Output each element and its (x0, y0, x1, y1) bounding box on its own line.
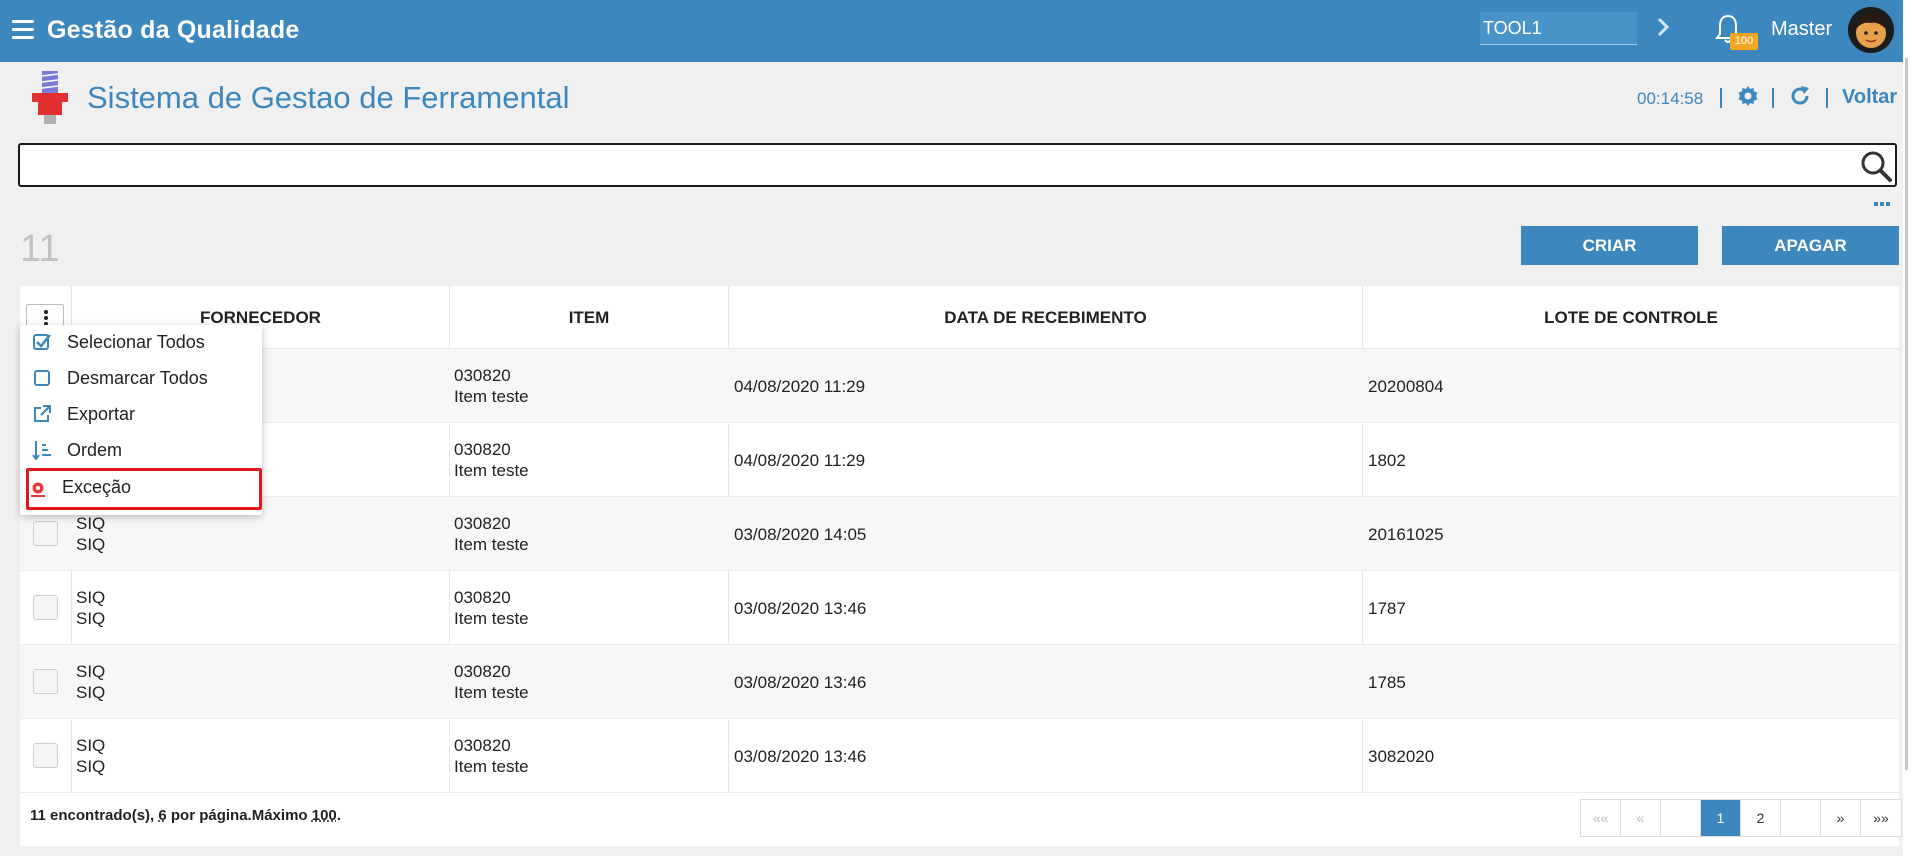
external-link-icon (34, 405, 51, 422)
table-row[interactable]: SIQ SIQ 030820 Item teste 03/08/2020 13:46… (20, 571, 1899, 645)
top-bar: Gestão da Qualidade TOOL1 100 Master (0, 0, 1903, 62)
menu-item-label: Exportar (67, 404, 136, 424)
column-header-data[interactable]: DATA DE RECEBIMENTO (728, 286, 1362, 349)
pagination: «« « 1 2 » »» (1580, 799, 1902, 837)
scrollbar[interactable] (1903, 0, 1921, 856)
row-checkbox[interactable] (33, 595, 58, 620)
page-button-2[interactable]: 2 (1741, 800, 1781, 836)
menu-item-select-all[interactable]: Selecionar Todos (20, 325, 262, 361)
cell-lote: 1787 (1368, 599, 1406, 618)
chevron-right-icon[interactable] (1651, 13, 1675, 41)
search-icon[interactable] (1859, 149, 1893, 183)
cell-data: 03/08/2020 13:46 (734, 673, 867, 692)
cell-lote: 20161025 (1368, 525, 1444, 544)
cell-fornecedor: SIQ SIQ (76, 514, 106, 554)
more-options-icon[interactable] (1874, 193, 1894, 206)
cell-item: 030820 Item teste (454, 514, 529, 554)
cell-item: 030820 Item teste (454, 736, 529, 776)
app-title: Gestão da Qualidade (47, 16, 300, 44)
cell-data: 04/08/2020 11:29 (734, 377, 866, 396)
sort-icon (32, 441, 51, 460)
page-spacer (1661, 800, 1701, 836)
divider (1826, 88, 1828, 108)
back-link[interactable]: Voltar (1842, 86, 1897, 109)
table-row[interactable]: 030820 Item teste 04/08/2020 11:29 202008… (20, 349, 1899, 423)
menu-item-order[interactable]: Ordem (20, 433, 262, 469)
refresh-icon[interactable] (1788, 84, 1812, 108)
row-checkbox[interactable] (33, 521, 58, 546)
square-icon (34, 370, 50, 386)
record-count: 11 (20, 228, 60, 270)
cell-lote: 3082020 (1368, 747, 1435, 766)
search-input[interactable] (18, 143, 1897, 187)
cell-lote: 1802 (1368, 451, 1406, 470)
first-page-button[interactable]: «« (1581, 800, 1621, 836)
check-square-icon (33, 334, 51, 350)
cell-item: 030820 Item teste (454, 662, 529, 702)
hamburger-menu-icon[interactable] (12, 20, 34, 40)
cell-fornecedor: SIQ SIQ (76, 736, 106, 776)
delete-button[interactable]: APAGAR (1722, 226, 1899, 265)
create-button[interactable]: CRIAR (1521, 226, 1698, 265)
column-header-item[interactable]: ITEM (449, 286, 728, 349)
table-row[interactable]: SIQ SIQ 030820 Item teste 03/08/2020 14:05… (20, 497, 1899, 571)
menu-item-export[interactable]: Exportar (20, 397, 262, 433)
cell-data: 03/08/2020 13:46 (734, 599, 867, 618)
cell-item: 030820 Item teste (454, 588, 529, 628)
menu-item-label: Desmarcar Todos (67, 368, 208, 388)
page-spacer (1781, 800, 1821, 836)
table-row[interactable]: SIQ SIQ 030820 Item teste 03/08/2020 13:46… (20, 645, 1899, 719)
page-title: Sistema de Gestao de Ferramental (87, 80, 570, 115)
tool-field[interactable]: TOOL1 (1480, 12, 1637, 45)
notification-badge: 100 (1730, 33, 1758, 50)
divider (1720, 88, 1722, 108)
cell-data: 04/08/2020 11:29 (734, 451, 866, 470)
row-actions-dropdown: Selecionar Todos Desmarcar Todos Exporta… (20, 325, 262, 515)
table-row[interactable]: SIQ SIQ 030820 Item teste 03/08/2020 13:46… (20, 719, 1899, 793)
data-table: FORNECEDOR ITEM DATA DE RECEBIMENTO LOTE… (20, 286, 1902, 846)
row-checkbox[interactable] (33, 743, 58, 768)
previous-page-button[interactable]: « (1621, 800, 1661, 836)
cell-fornecedor: SIQ SIQ (76, 588, 106, 628)
table-row[interactable]: 030820 Item teste 04/08/2020 11:29 1802 (20, 423, 1899, 497)
divider (1772, 88, 1774, 108)
avatar[interactable] (1848, 7, 1894, 53)
menu-item-label: Ordem (67, 440, 123, 460)
last-page-button[interactable]: »» (1861, 800, 1901, 836)
cell-item: 030820 Item teste (454, 366, 529, 406)
user-name[interactable]: Master (1771, 18, 1832, 41)
cell-data: 03/08/2020 13:46 (734, 747, 867, 766)
page-button-1[interactable]: 1 (1701, 800, 1741, 836)
avatar-face-icon (1848, 7, 1894, 53)
page: Gestão da Qualidade TOOL1 100 Master Sis… (0, 0, 1920, 856)
cell-item: 030820 Item teste (454, 440, 529, 480)
menu-item-label: Selecionar Todos (67, 332, 205, 352)
cell-lote: 1785 (1368, 673, 1406, 692)
column-header-lote[interactable]: LOTE DE CONTROLE (1362, 286, 1899, 349)
highlight-box (26, 468, 262, 510)
gear-icon[interactable] (1736, 84, 1760, 108)
results-summary: 11 encontrado(s), 6 por página.Máximo 10… (30, 807, 341, 824)
row-checkbox[interactable] (33, 669, 58, 694)
cell-data: 03/08/2020 14:05 (734, 525, 867, 544)
table-header: FORNECEDOR ITEM DATA DE RECEBIMENTO LOTE… (20, 286, 1899, 349)
menu-item-deselect-all[interactable]: Desmarcar Todos (20, 361, 262, 397)
session-timer: 00:14:58 (1637, 89, 1704, 108)
tool-logo-icon (32, 71, 68, 124)
next-page-button[interactable]: » (1821, 800, 1861, 836)
cell-lote: 20200804 (1368, 377, 1444, 396)
cell-fornecedor: SIQ SIQ (76, 662, 106, 702)
